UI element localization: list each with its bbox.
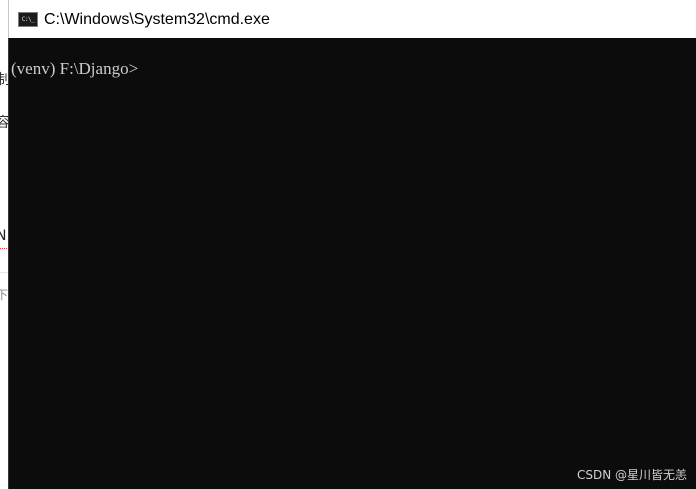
command-prompt-line[interactable]: (venv) F:\Django> xyxy=(11,59,138,79)
console-output-area[interactable]: (venv) F:\Django> xyxy=(8,38,696,489)
background-text-fragment: 下 xyxy=(0,288,9,302)
cmd-window[interactable]: C:\_ C:\Windows\System32\cmd.exe (venv) … xyxy=(8,0,696,489)
watermark-text: CSDN @星川皆无恙 xyxy=(576,468,687,482)
window-title: C:\Windows\System32\cmd.exe xyxy=(44,11,270,28)
background-text-fragment: N xyxy=(0,228,7,244)
cmd-icon-glyph: C:\_ xyxy=(21,15,35,23)
cmd-prompt-icon[interactable]: C:\_ xyxy=(18,12,38,27)
window-titlebar[interactable]: C:\_ C:\Windows\System32\cmd.exe xyxy=(8,0,696,38)
